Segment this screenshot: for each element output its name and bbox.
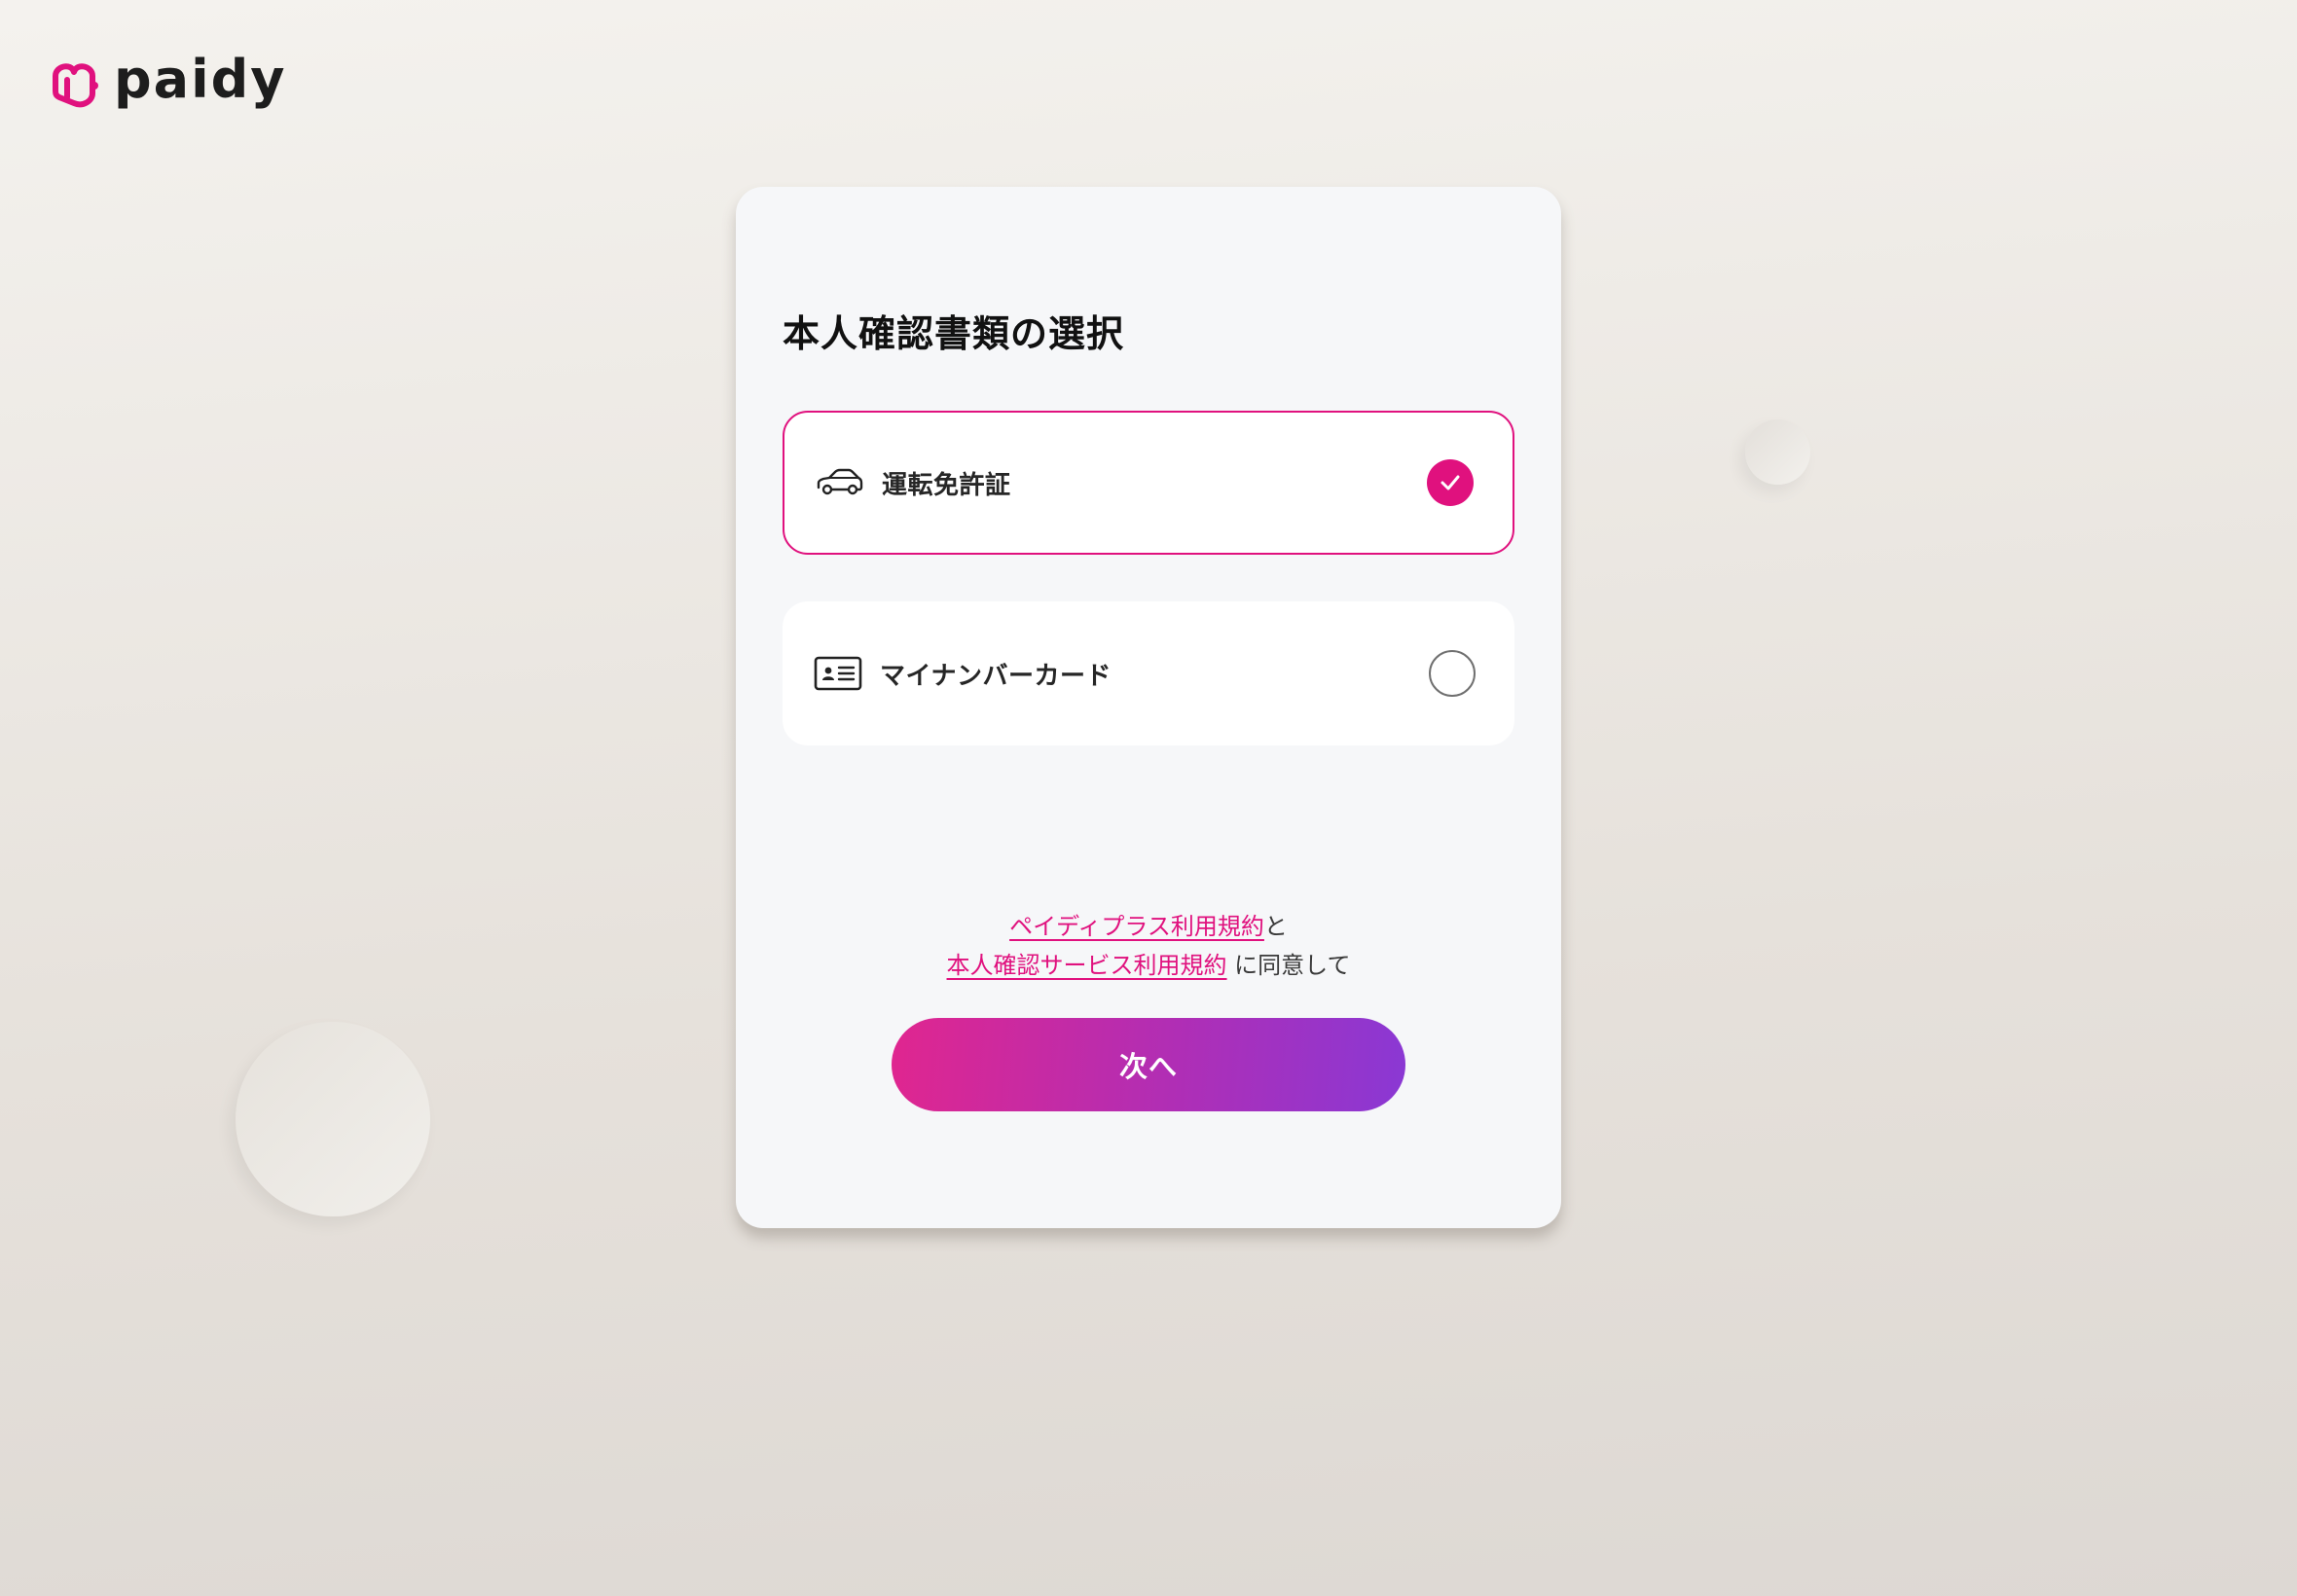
terms-suffix: に同意して bbox=[1226, 952, 1351, 979]
terms-connector: と bbox=[1263, 913, 1288, 940]
brand-name: paidy bbox=[114, 49, 287, 110]
identity-verification-terms-link[interactable]: 本人確認サービス利用規約 bbox=[947, 952, 1227, 979]
paidy-logo-icon bbox=[53, 63, 98, 108]
option-label: 運転免許証 bbox=[882, 470, 1011, 500]
option-drivers-license[interactable]: 運転免許証 bbox=[783, 411, 1514, 555]
radio-checked[interactable] bbox=[1427, 459, 1474, 506]
id-card-icon bbox=[814, 656, 862, 691]
radio-unchecked[interactable] bbox=[1429, 650, 1476, 697]
decorative-bubble-small bbox=[1745, 419, 1810, 485]
decorative-bubble-large bbox=[236, 1022, 430, 1216]
terms-agreement-text: ペイディプラス利用規約と 本人確認サービス利用規約 に同意して bbox=[736, 907, 1561, 985]
option-label: マイナンバーカード bbox=[880, 661, 1112, 691]
next-button[interactable]: 次へ bbox=[892, 1018, 1405, 1111]
car-icon bbox=[816, 465, 864, 500]
option-my-number-card[interactable]: マイナンバーカード bbox=[783, 601, 1514, 745]
page-title: 本人確認書類の選択 bbox=[783, 312, 1125, 355]
checkmark-icon bbox=[1440, 475, 1460, 490]
id-document-selection-card: 本人確認書類の選択 運転免許証 マイナンバーカード ペイディプラス利用規約と 本… bbox=[736, 187, 1561, 1228]
paidy-logo[interactable]: paidy bbox=[46, 54, 286, 111]
paidy-plus-terms-link[interactable]: ペイディプラス利用規約 bbox=[1009, 913, 1264, 940]
